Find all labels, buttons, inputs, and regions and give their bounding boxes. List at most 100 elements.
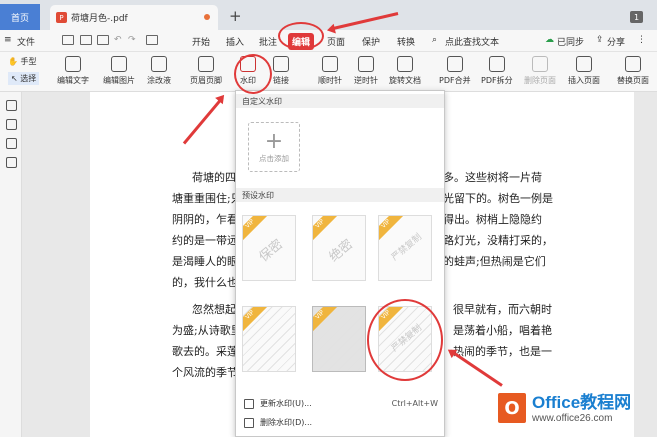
pdf-split-button[interactable]: PDF拆分	[481, 54, 513, 90]
office-logo-icon: O	[498, 393, 526, 423]
menu-convert[interactable]: 转换	[397, 35, 415, 48]
copy-icon[interactable]	[146, 35, 158, 45]
left-sidebar	[0, 92, 22, 437]
add-custom-watermark-button[interactable]: + 点击添加	[248, 122, 300, 172]
preset-watermark-no-copy[interactable]: VIP 严禁复制	[378, 215, 432, 281]
outline-icon[interactable]	[6, 100, 17, 111]
plus-icon: +	[264, 128, 284, 154]
link-button[interactable]: 链接	[273, 54, 289, 90]
pdf-merge-icon	[446, 56, 463, 72]
rotate-document-button[interactable]: 旋转文档	[389, 54, 421, 90]
correction-fluid-button[interactable]: 涂改液	[147, 54, 171, 90]
link-icon	[273, 56, 289, 72]
tab-document[interactable]: P 荷塘月色-.pdf	[50, 5, 218, 30]
preset-watermark-header: 预设水印	[236, 188, 444, 202]
delete-page-icon	[532, 56, 548, 72]
more-icon[interactable]: ⋮	[637, 35, 646, 45]
menu-protect[interactable]: 保护	[362, 35, 380, 48]
preset-watermark-tiled-2[interactable]: VIP	[312, 306, 366, 372]
undo-icon[interactable]: ↶	[114, 35, 122, 45]
annotation-icon[interactable]	[6, 138, 17, 149]
doc-line: 约的是一带远	[172, 234, 238, 247]
header-footer-icon	[198, 56, 214, 72]
tab-home[interactable]: 首页	[0, 4, 40, 30]
menu-start[interactable]: 开始	[192, 35, 210, 48]
custom-watermark-header: 自定义水印	[236, 94, 444, 108]
pdf-merge-button[interactable]: PDF合并	[439, 54, 471, 90]
search-text-button[interactable]: 点此查找文本	[445, 35, 499, 48]
delete-watermark-item[interactable]: 删除水印(D)...	[244, 417, 438, 428]
watermark-button-highlight-circle	[234, 54, 272, 94]
doc-line: 阴阴的，乍看	[172, 213, 238, 226]
doc-line: 热闹的季节，也是一	[453, 345, 552, 358]
sync-status[interactable]: 已同步	[557, 35, 584, 48]
edit-text-icon	[65, 56, 81, 72]
replace-page-button[interactable]: 替换页面	[617, 54, 649, 90]
doc-line: 荷塘的四	[192, 171, 236, 184]
insert-page-icon	[576, 56, 592, 72]
edit-image-button[interactable]: 编辑图片	[103, 54, 135, 90]
header-footer-button[interactable]: 页眉页脚	[190, 54, 222, 90]
preset-watermark-top-secret[interactable]: VIP 绝密	[312, 215, 366, 281]
doc-line: 塘重重围住;只	[172, 192, 242, 205]
preset-watermark-confidential[interactable]: VIP 保密	[242, 215, 296, 281]
menu-comment[interactable]: 批注	[259, 35, 277, 48]
attachment-icon[interactable]	[6, 157, 17, 168]
doc-line: 的，我什么也	[172, 276, 238, 289]
search-icon[interactable]: ⌕	[432, 35, 437, 45]
rotate-clockwise-button[interactable]: 顺时针	[318, 54, 342, 90]
new-tab-plus-icon[interactable]: +	[229, 7, 242, 25]
doc-line: 忽然想起	[192, 303, 236, 316]
doc-line: 是渴睡人的眼	[172, 255, 238, 268]
delete-page-button[interactable]: 删除页面	[524, 54, 556, 90]
brand-logo: O Office教程网 www.office26.com	[498, 383, 654, 433]
doc-line: 个风流的季节	[172, 366, 238, 379]
open-folder-icon[interactable]	[62, 35, 74, 45]
share-button[interactable]: 分享	[607, 35, 625, 48]
pdf-icon: P	[56, 12, 67, 23]
window-count-badge[interactable]: 1	[630, 11, 643, 23]
update-watermark-item[interactable]: 更新水印(U)... Ctrl+Alt+W	[244, 398, 438, 409]
doc-line: 路灯光，没精打采的，	[443, 234, 553, 247]
brand-url: www.office26.com	[532, 412, 613, 424]
insert-page-button[interactable]: 插入页面	[568, 54, 600, 90]
menu-file[interactable]: 文件	[17, 35, 35, 48]
doc-line: 多。这些树将一片荷	[443, 171, 542, 184]
unsaved-dot-icon	[204, 14, 210, 20]
rotate-counterclockwise-button[interactable]: 逆时针	[354, 54, 378, 90]
hamburger-icon[interactable]: ≡	[4, 35, 12, 45]
brand-name: Office教程网	[532, 392, 632, 412]
ribbon-toolbar: ✋ 手型 ↖ 选择 编辑文字 编辑图片 涂改液 页眉页脚 水印 链接 顺时针 逆…	[0, 52, 657, 92]
edit-text-button[interactable]: 编辑文字	[57, 54, 89, 90]
replace-page-icon	[625, 56, 641, 72]
pdf-split-icon	[488, 56, 505, 72]
watermark-dropdown: 自定义水印 + 点击添加 预设水印 VIP 保密 VIP 绝密 VIP 严禁复制…	[235, 90, 445, 437]
menu-page[interactable]: 页面	[327, 35, 345, 48]
menu-insert[interactable]: 插入	[226, 35, 244, 48]
doc-line: 光留下的。树色一例是	[443, 192, 553, 205]
doc-line: 很早就有，而六朝时	[453, 303, 552, 316]
update-watermark-icon	[244, 398, 254, 409]
thumbnail-icon[interactable]	[6, 119, 17, 130]
print-icon[interactable]	[97, 35, 109, 45]
select-tool[interactable]: ↖ 选择	[8, 72, 40, 85]
save-icon[interactable]	[80, 35, 92, 45]
doc-line: 得出。树梢上隐隐约	[443, 213, 542, 226]
redo-icon[interactable]: ↷	[128, 35, 136, 45]
rotate-document-icon	[397, 56, 413, 72]
share-icon: ⇪	[596, 35, 604, 45]
delete-watermark-icon	[244, 417, 254, 428]
edit-image-icon	[111, 56, 127, 72]
preset-watermark-tiled-1[interactable]: VIP	[242, 306, 296, 372]
doc-line: 为盛;从诗歌里	[172, 324, 242, 337]
sync-icon: ☁	[545, 35, 554, 45]
doc-line: 的蛙声;但热闹是它们	[443, 255, 546, 268]
doc-line: 歌去的。采莲	[172, 345, 238, 358]
rotate-counterclockwise-icon	[358, 56, 374, 72]
hand-tool[interactable]: ✋ 手型	[8, 56, 37, 67]
rotate-clockwise-icon	[322, 56, 338, 72]
correction-fluid-icon	[151, 56, 167, 72]
doc-line: 是荡着小船，唱着艳	[453, 324, 552, 337]
document-tab-title: 荷塘月色-.pdf	[71, 14, 128, 24]
edit-menu-highlight-circle	[278, 22, 324, 50]
